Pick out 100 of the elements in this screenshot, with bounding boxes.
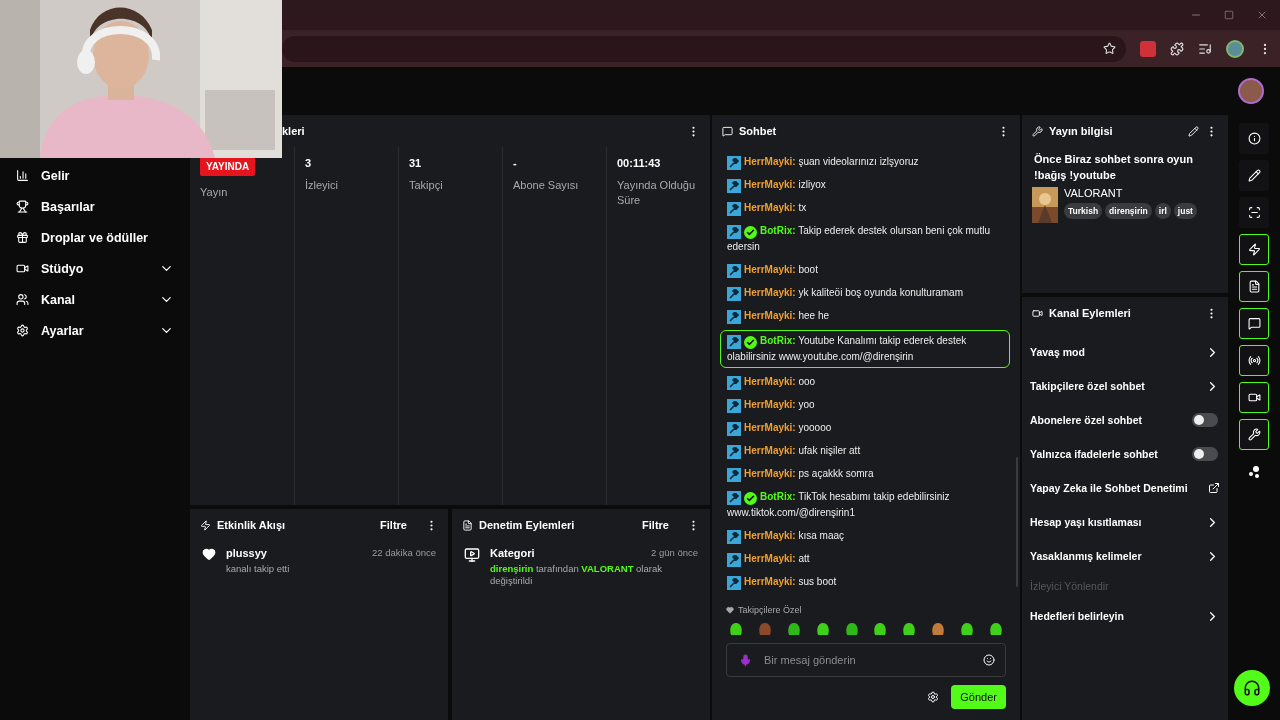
scan-icon bbox=[1247, 206, 1261, 219]
gear-icon bbox=[16, 324, 29, 337]
stat-label: İzleyici bbox=[305, 178, 339, 193]
user-avatar[interactable] bbox=[1238, 78, 1264, 104]
emote-icon[interactable] bbox=[901, 621, 918, 637]
event-user: plussyy bbox=[226, 547, 267, 559]
stream-title: Önce Biraz sohbet sonra oyun !bağış !youtube bbox=[1033, 152, 1194, 183]
heart-icon bbox=[202, 547, 216, 561]
chat-message: HerrMayki: hee he bbox=[720, 307, 1010, 325]
panel-title: Sohbet bbox=[739, 125, 778, 137]
rail-button[interactable] bbox=[1239, 382, 1269, 413]
tag[interactable]: just bbox=[1173, 203, 1197, 219]
headset-icon bbox=[1243, 679, 1261, 697]
sidebar-item[interactable]: Stüdyo bbox=[0, 253, 190, 284]
filter-button[interactable]: Filtre bbox=[376, 517, 411, 533]
panel-title: Kanal Eylemleri bbox=[1049, 307, 1132, 319]
chat-message: HerrMayki: yooooo bbox=[720, 419, 1010, 437]
pencil-icon[interactable] bbox=[1188, 125, 1199, 137]
rail-button[interactable] bbox=[1239, 160, 1269, 191]
channel-action-item[interactable]: Abonelere özel sohbet bbox=[1022, 403, 1228, 437]
emoji-icon[interactable] bbox=[983, 654, 995, 666]
chat-message: HerrMayki: şuan videolarınızı izlşyoruz bbox=[720, 153, 1010, 171]
external-link-icon bbox=[1208, 482, 1220, 494]
panel-title: kleri bbox=[282, 125, 306, 137]
rail-button[interactable] bbox=[1239, 419, 1269, 450]
toggle-switch[interactable] bbox=[1192, 413, 1218, 427]
sidebar-item[interactable]: Droplar ve ödüller bbox=[0, 222, 190, 253]
chat-message: BotRix: Youtube Kanalımı takip ederek destek olabilirsiniz www.youtube.com/@direnşirin bbox=[720, 330, 1010, 368]
media-icon[interactable] bbox=[1198, 41, 1212, 56]
chat-message: HerrMayki: att bbox=[720, 550, 1010, 568]
sidebar-item[interactable]: Ayarlar bbox=[0, 315, 190, 346]
close-icon[interactable] bbox=[1256, 9, 1268, 21]
sidebar-item[interactable]: Gelir bbox=[0, 160, 190, 191]
channel-action-item[interactable]: Takipçilere özel sohbet bbox=[1022, 369, 1228, 403]
entry-title: Kategori bbox=[490, 547, 535, 559]
channel-action-item[interactable]: Hedefleri belirleyin bbox=[1022, 599, 1228, 633]
channel-action-item[interactable]: Yasaklanmış kelimeler bbox=[1022, 539, 1228, 573]
sidebar-item[interactable]: Kanal bbox=[0, 284, 190, 315]
panel-title: Denetim Eylemleri bbox=[479, 519, 576, 531]
rail-button[interactable] bbox=[1239, 308, 1269, 339]
chat-message: HerrMayki: tx bbox=[720, 199, 1010, 217]
rail-button[interactable] bbox=[1239, 234, 1269, 265]
camera-icon bbox=[1032, 307, 1043, 319]
send-button[interactable]: Gönder bbox=[951, 685, 1006, 709]
tag[interactable]: direnşirin bbox=[1105, 203, 1152, 219]
channel-action-item[interactable]: Yavaş mod bbox=[1022, 335, 1228, 369]
wrench-icon bbox=[1032, 125, 1043, 137]
emote-icon[interactable] bbox=[785, 621, 802, 637]
emote-icon[interactable] bbox=[814, 621, 831, 637]
emote-icon[interactable] bbox=[930, 621, 947, 637]
channel-action-item[interactable]: Yapay Zeka ile Sohbet Denetimi bbox=[1022, 471, 1228, 505]
chat-message: HerrMayki: sus boot bbox=[720, 573, 1010, 591]
rail-button[interactable] bbox=[1239, 197, 1269, 228]
document-icon bbox=[1247, 280, 1261, 293]
rail-button[interactable] bbox=[1239, 123, 1269, 154]
star-icon[interactable] bbox=[1103, 42, 1116, 55]
category-icon bbox=[464, 547, 480, 563]
wrench-icon bbox=[1247, 428, 1261, 441]
trophy-icon bbox=[16, 200, 29, 213]
rail-button[interactable] bbox=[1239, 271, 1269, 302]
emote-section-label: Takipçilere Özel bbox=[738, 605, 802, 615]
toggle-switch[interactable] bbox=[1192, 447, 1218, 461]
stat-label: Takipçi bbox=[409, 178, 444, 193]
camera-icon bbox=[16, 262, 29, 275]
channel-action-item[interactable]: Hesap yaşı kısıtlaması bbox=[1022, 505, 1228, 539]
stat-value: 3 bbox=[305, 157, 313, 169]
emote-icon[interactable] bbox=[843, 621, 860, 637]
event-description: kanalı takip etti bbox=[226, 563, 291, 575]
entry-description: direnşirin tarafından VALORANT olarak değiştirildi bbox=[490, 563, 663, 587]
message-input[interactable]: Bir mesaj gönderin bbox=[762, 653, 973, 667]
sidebar-item[interactable]: Başarılar bbox=[0, 191, 190, 222]
scrollbar[interactable] bbox=[1016, 457, 1018, 587]
chat-icon bbox=[722, 125, 733, 137]
emote-icon[interactable] bbox=[959, 621, 975, 637]
profile-avatar[interactable] bbox=[1226, 39, 1244, 58]
heart-icon bbox=[726, 606, 734, 614]
emote-icon[interactable] bbox=[872, 621, 889, 637]
rail-button[interactable] bbox=[1239, 345, 1269, 376]
people-icon bbox=[16, 293, 29, 306]
tag[interactable]: Turkish bbox=[1064, 203, 1103, 219]
channel-action-item[interactable]: Yalnızca ifadelerle sohbet bbox=[1022, 437, 1228, 471]
chat-message: HerrMayki: ps açakkk somra bbox=[720, 465, 1010, 483]
stat-label: Yayın bbox=[200, 185, 229, 200]
chat-message: HerrMayki: kısa maaç bbox=[720, 527, 1010, 545]
settings-icon[interactable] bbox=[927, 691, 940, 703]
panel-title: Etkinlik Akışı bbox=[217, 519, 287, 531]
tag[interactable]: irl bbox=[1154, 203, 1171, 219]
extension-icon[interactable] bbox=[1140, 40, 1156, 57]
chat-message: BotRix: Takip ederek destek olursan beni çok mutlu edersin bbox=[726, 224, 991, 254]
emote-icon[interactable] bbox=[987, 621, 1004, 637]
support-button[interactable] bbox=[1234, 670, 1270, 706]
filter-button[interactable]: Filtre bbox=[638, 517, 673, 533]
puzzle-icon[interactable] bbox=[1170, 41, 1184, 56]
maximize-icon[interactable] bbox=[1224, 10, 1234, 20]
emote-icon[interactable] bbox=[728, 621, 744, 637]
event-time: 22 dakika önce bbox=[372, 547, 436, 559]
microphone-icon[interactable] bbox=[739, 653, 752, 667]
camera-icon bbox=[1247, 391, 1261, 404]
address-field[interactable] bbox=[282, 35, 1126, 62]
message-field[interactable]: Bir mesaj gönderin bbox=[726, 643, 1006, 677]
